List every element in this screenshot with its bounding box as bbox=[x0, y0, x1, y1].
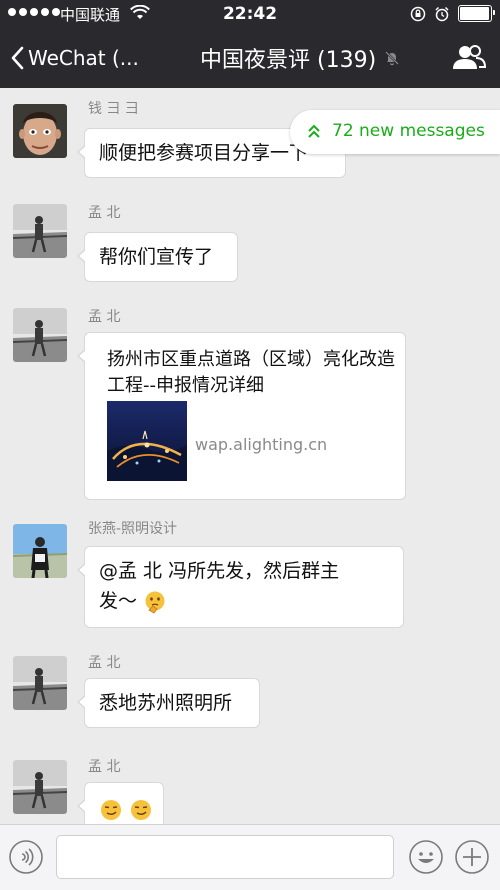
link-card[interactable]: 扬州市区重点道路（区域）亮化改造工程--申报情况详细 wap.alighting… bbox=[77, 332, 406, 500]
message-input[interactable] bbox=[56, 835, 394, 879]
voice-icon bbox=[9, 840, 43, 874]
message-bubble[interactable] bbox=[77, 782, 164, 824]
thinking-face-emoji-icon bbox=[145, 591, 165, 614]
sender-name: 孟 北 bbox=[88, 759, 121, 775]
top-bar: 中国联通 22:42 WeChat (... 中国夜景评 (139) bbox=[0, 0, 500, 88]
message-text: 悉地苏州照明所 bbox=[99, 692, 233, 714]
message-text: 顺便把参赛项目分享一下 bbox=[99, 142, 309, 164]
message-item: 孟 北 悉地苏州照明所 bbox=[0, 650, 500, 750]
link-thumbnail bbox=[107, 401, 187, 481]
avatar[interactable] bbox=[13, 308, 67, 362]
input-bar bbox=[0, 824, 500, 890]
avatar-image bbox=[13, 308, 67, 362]
chat-title-wrap: 中国夜景评 (139) bbox=[200, 40, 400, 76]
message-text-line-2: 发～ bbox=[99, 590, 138, 612]
sender-name: 钱 彐 彐 bbox=[88, 101, 139, 117]
emoji-button[interactable] bbox=[408, 839, 444, 875]
sender-name: 孟 北 bbox=[88, 205, 121, 221]
plus-icon bbox=[455, 840, 489, 874]
sender-name: 张燕-照明设计 bbox=[88, 521, 178, 537]
avatar-image bbox=[13, 760, 67, 814]
avatar[interactable] bbox=[13, 204, 67, 258]
battery-icon bbox=[458, 5, 495, 22]
new-messages-label: 72 new messages bbox=[332, 121, 485, 141]
battery-level bbox=[460, 7, 489, 20]
double-chevron-up-icon bbox=[308, 124, 320, 138]
message-emoji-wrap bbox=[99, 795, 153, 823]
avatar[interactable] bbox=[13, 524, 67, 578]
more-button[interactable] bbox=[454, 839, 490, 875]
avatar-image bbox=[13, 524, 67, 578]
message-item: 孟 北 bbox=[0, 754, 500, 824]
status-bar: 中国联通 22:42 bbox=[0, 0, 500, 28]
voice-button[interactable] bbox=[8, 839, 44, 875]
message-list[interactable]: 钱 彐 彐 顺便把参赛项目分享一下 孟 北 帮你们宣传了 孟 北 扬州市区重点道… bbox=[0, 88, 500, 824]
nav-bar: WeChat (... 中国夜景评 (139) bbox=[0, 28, 500, 88]
back-label: WeChat (... bbox=[28, 46, 139, 70]
chat-screen: 中国联通 22:42 WeChat (... 中国夜景评 (139) 钱 彐 彐… bbox=[0, 0, 500, 890]
sender-name: 孟 北 bbox=[88, 309, 121, 325]
message-text: 帮你们宣传了 bbox=[99, 246, 214, 268]
smirk-face-emoji-icon bbox=[101, 799, 121, 820]
emoji-icon bbox=[409, 840, 443, 874]
group-members-icon bbox=[453, 45, 487, 69]
sender-name: 孟 北 bbox=[88, 655, 121, 671]
avatar[interactable] bbox=[13, 760, 67, 814]
message-bubble[interactable]: @孟 北 冯所先发，然后群主 发～ bbox=[77, 546, 404, 628]
link-domain: wap.alighting.cn bbox=[195, 435, 328, 454]
message-text-line-2-wrap: 发～ bbox=[99, 587, 167, 615]
smirk-face-emoji-icon bbox=[131, 799, 152, 820]
message-bubble[interactable]: 帮你们宣传了 bbox=[77, 232, 238, 282]
alarm-icon bbox=[435, 6, 449, 21]
new-messages-button[interactable]: 72 new messages bbox=[290, 110, 500, 154]
message-item: 张燕-照明设计 @孟 北 冯所先发，然后群主 发～ bbox=[0, 518, 500, 638]
avatar[interactable] bbox=[13, 656, 67, 710]
avatar-image bbox=[13, 656, 67, 710]
chevron-left-icon bbox=[11, 46, 24, 70]
message-text-line-1: @孟 北 冯所先发，然后群主 bbox=[99, 560, 340, 582]
back-button[interactable]: WeChat (... bbox=[10, 40, 139, 76]
mute-bell-icon bbox=[385, 51, 400, 66]
avatar-image bbox=[13, 104, 67, 158]
orientation-lock-icon bbox=[410, 6, 426, 21]
message-item: 孟 北 扬州市区重点道路（区域）亮化改造工程--申报情况详细 wap.aligh… bbox=[0, 304, 500, 504]
group-members-button[interactable] bbox=[452, 42, 487, 74]
status-right bbox=[410, 5, 495, 22]
chat-title: 中国夜景评 (139) bbox=[200, 48, 377, 73]
message-bubble[interactable]: 悉地苏州照明所 bbox=[77, 678, 260, 728]
message-item: 孟 北 帮你们宣传了 bbox=[0, 200, 500, 300]
avatar[interactable] bbox=[13, 104, 67, 158]
link-title: 扬州市区重点道路（区域）亮化改造工程--申报情况详细 bbox=[107, 349, 395, 396]
avatar-image bbox=[13, 204, 67, 258]
